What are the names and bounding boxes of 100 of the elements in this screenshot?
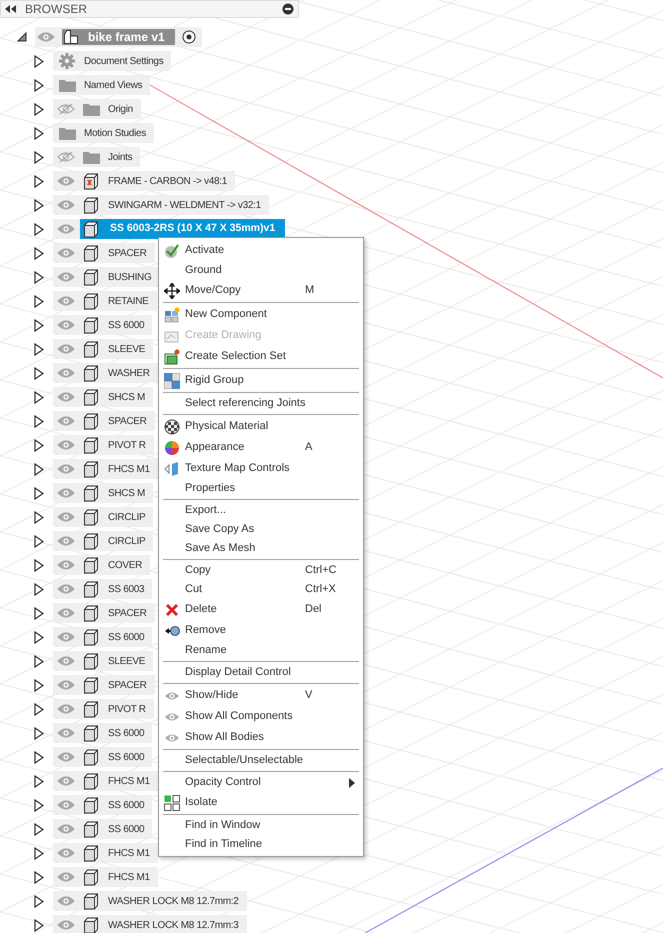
tree-row[interactable]: SPACER bbox=[53, 603, 155, 623]
collapsed-triangle-icon[interactable] bbox=[34, 390, 44, 404]
tree-row[interactable]: SS 6000 bbox=[53, 819, 152, 839]
collapsed-triangle-icon[interactable] bbox=[34, 846, 44, 860]
tree-row[interactable]: Joints bbox=[53, 147, 140, 167]
collapsed-triangle-icon[interactable] bbox=[34, 558, 44, 572]
tree-row[interactable]: CIRCLIP bbox=[53, 507, 154, 527]
collapsed-triangle-icon[interactable] bbox=[34, 486, 44, 500]
tree-row[interactable]: SHCS M bbox=[53, 387, 154, 407]
tree-row[interactable]: PIVOT R bbox=[53, 435, 154, 455]
menu-item[interactable]: Copy Ctrl+C bbox=[163, 561, 359, 580]
tree-row[interactable]: FHCS M1 bbox=[53, 771, 158, 791]
menu-item[interactable]: Display Detail Control bbox=[163, 663, 359, 682]
menu-item[interactable]: Find in Window bbox=[163, 816, 359, 835]
tree-row[interactable]: SS 6000 bbox=[53, 627, 152, 647]
menu-item[interactable]: Delete Del bbox=[163, 599, 359, 620]
tree-row[interactable]: Document Settings bbox=[53, 51, 172, 71]
tree-row[interactable]: SS 6000 bbox=[53, 747, 152, 767]
menu-item[interactable]: Find in Timeline bbox=[163, 835, 359, 854]
collapsed-triangle-icon[interactable] bbox=[34, 270, 44, 284]
collapsed-triangle-icon[interactable] bbox=[34, 102, 44, 116]
collapsed-triangle-icon[interactable] bbox=[34, 126, 44, 140]
collapsed-triangle-icon[interactable] bbox=[34, 726, 44, 740]
menu-item[interactable]: Rigid Group bbox=[163, 370, 359, 391]
tree-row[interactable]: SS 6000 bbox=[53, 795, 152, 815]
collapsed-triangle-icon[interactable] bbox=[34, 174, 44, 188]
collapsed-triangle-icon[interactable] bbox=[34, 150, 44, 164]
menu-item[interactable]: Texture Map Controls bbox=[163, 458, 359, 479]
menu-item[interactable]: Cut Ctrl+X bbox=[163, 580, 359, 599]
tree-row[interactable]: RETAINE bbox=[53, 291, 156, 311]
menu-item[interactable]: Properties bbox=[163, 479, 359, 498]
tree-row[interactable]: SPACER bbox=[53, 675, 155, 695]
tree-row[interactable]: WASHER bbox=[53, 363, 158, 383]
menu-item[interactable]: Activate bbox=[163, 240, 359, 261]
tree-row[interactable]: SPACER bbox=[53, 411, 155, 431]
tree-row[interactable]: SLEEVE bbox=[53, 651, 154, 671]
tree-row[interactable]: SHCS M bbox=[53, 483, 154, 503]
collapsed-triangle-icon[interactable] bbox=[34, 654, 44, 668]
collapsed-triangle-icon[interactable] bbox=[34, 822, 44, 836]
menu-item[interactable]: Create Selection Set bbox=[163, 346, 359, 367]
collapsed-triangle-icon[interactable] bbox=[34, 798, 44, 812]
tree-row[interactable]: BUSHING bbox=[53, 267, 160, 287]
collapsed-triangle-icon[interactable] bbox=[34, 366, 44, 380]
collapsed-triangle-icon[interactable] bbox=[34, 462, 44, 476]
collapsed-triangle-icon[interactable] bbox=[34, 750, 44, 764]
menu-item[interactable]: New Component bbox=[163, 304, 359, 325]
collapsed-triangle-icon[interactable] bbox=[34, 534, 44, 548]
collapsed-triangle-icon[interactable] bbox=[34, 918, 44, 932]
menu-item[interactable]: Isolate bbox=[163, 792, 359, 813]
menu-item[interactable]: Export... bbox=[163, 501, 359, 520]
tree-row[interactable]: Motion Studies bbox=[53, 123, 154, 143]
collapsed-triangle-icon[interactable] bbox=[34, 414, 44, 428]
tree-row[interactable]: Origin bbox=[53, 99, 141, 119]
collapsed-triangle-icon[interactable] bbox=[34, 510, 44, 524]
tree-row[interactable]: SS 6000 bbox=[53, 315, 152, 335]
collapsed-triangle-icon[interactable] bbox=[34, 222, 44, 236]
menu-item[interactable]: Show/Hide V bbox=[163, 685, 359, 706]
collapsed-triangle-icon[interactable] bbox=[34, 342, 44, 356]
menu-item[interactable]: Ground bbox=[163, 261, 359, 280]
menu-item[interactable]: Show All Components bbox=[163, 706, 359, 727]
collapsed-triangle-icon[interactable] bbox=[34, 630, 44, 644]
collapsed-triangle-icon[interactable] bbox=[34, 582, 44, 596]
collapsed-triangle-icon[interactable] bbox=[34, 54, 44, 68]
collapsed-triangle-icon[interactable] bbox=[34, 774, 44, 788]
tree-row[interactable]: FHCS M1 bbox=[53, 459, 158, 479]
activate-radio-icon[interactable] bbox=[182, 30, 196, 44]
menu-item[interactable]: Selectable/Unselectable bbox=[163, 751, 359, 770]
tree-row[interactable]: FHCS M1 bbox=[53, 843, 158, 863]
tree-row[interactable]: SS 6003 bbox=[53, 579, 152, 599]
minimize-icon[interactable] bbox=[282, 3, 294, 15]
tree-row[interactable]: WASHER LOCK M8 12.7mm:3 bbox=[53, 915, 247, 933]
collapsed-triangle-icon[interactable] bbox=[34, 870, 44, 884]
menu-item[interactable]: Save Copy As bbox=[163, 520, 359, 539]
collapsed-triangle-icon[interactable] bbox=[34, 438, 44, 452]
tree-row[interactable]: FRAME - CARBON -> v48:1 bbox=[53, 171, 235, 191]
tree-row[interactable]: SPACER bbox=[53, 243, 155, 263]
tree-row[interactable]: SS 6000 bbox=[53, 723, 152, 743]
collapsed-triangle-icon[interactable] bbox=[34, 606, 44, 620]
collapsed-triangle-icon[interactable] bbox=[34, 702, 44, 716]
tree-row[interactable]: PIVOT R bbox=[53, 699, 154, 719]
collapsed-triangle-icon[interactable] bbox=[34, 78, 44, 92]
menu-item[interactable]: Physical Material bbox=[163, 416, 359, 437]
tree-row[interactable]: Named Views bbox=[53, 75, 150, 95]
tree-row[interactable]: SLEEVE bbox=[53, 339, 154, 359]
menu-item[interactable]: Appearance A bbox=[163, 437, 359, 458]
menu-item[interactable]: Rename bbox=[163, 641, 359, 660]
collapsed-triangle-icon[interactable] bbox=[34, 678, 44, 692]
menu-item[interactable]: Remove bbox=[163, 620, 359, 641]
menu-item[interactable]: Show All Bodies bbox=[163, 727, 359, 748]
collapse-panel-icon[interactable] bbox=[5, 5, 17, 13]
tree-row[interactable]: CIRCLIP bbox=[53, 531, 154, 551]
menu-item[interactable]: Opacity Control bbox=[163, 773, 359, 792]
menu-item[interactable]: Select referencing Joints bbox=[163, 394, 359, 413]
collapsed-triangle-icon[interactable] bbox=[34, 198, 44, 212]
tree-row[interactable]: WASHER LOCK M8 12.7mm:2 bbox=[53, 891, 247, 911]
menu-item[interactable]: Save As Mesh bbox=[163, 539, 359, 558]
collapsed-triangle-icon[interactable] bbox=[34, 294, 44, 308]
collapsed-triangle-icon[interactable] bbox=[34, 318, 44, 332]
tree-row[interactable]: FHCS M1 bbox=[53, 867, 158, 887]
collapsed-triangle-icon[interactable] bbox=[34, 246, 44, 260]
